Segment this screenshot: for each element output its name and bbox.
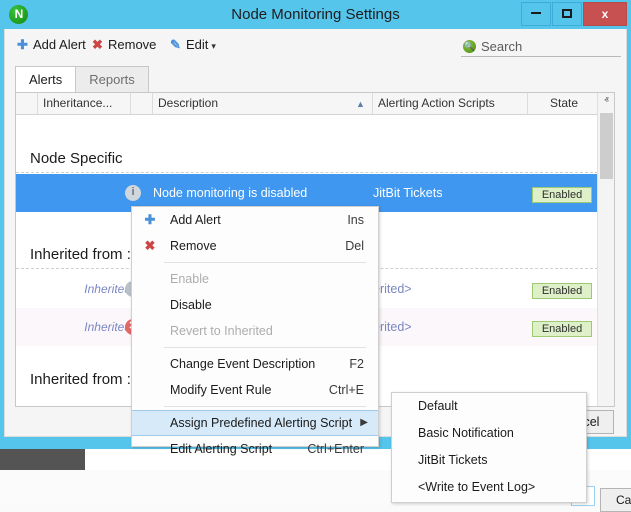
menu-separator <box>164 262 366 263</box>
status-badge: Enabled <box>532 187 592 203</box>
maximize-button[interactable] <box>552 2 582 26</box>
add-alert-label: Add Alert <box>33 37 86 52</box>
menu-item-label: Edit Alerting Script <box>170 436 272 462</box>
column-header-inheritance[interactable]: Inheritance... <box>38 93 131 114</box>
sort-ascending-icon: ▲ <box>356 99 365 109</box>
menu-item-disable[interactable]: Disable <box>132 292 378 318</box>
search-box[interactable]: 🔍 Search <box>461 37 621 57</box>
menu-item-label: Modify Event Rule <box>170 377 271 403</box>
scroll-up-icon[interactable]: ⱏ <box>598 93 615 110</box>
menu-item-accelerator: F2 <box>349 351 364 377</box>
submenu-predefined-alerting-scripts: Default Basic Notification JitBit Ticket… <box>391 392 587 503</box>
x-icon: ✖ <box>90 35 105 55</box>
title-bar[interactable]: N Node Monitoring Settings x <box>0 0 631 29</box>
menu-item-accelerator: Ctrl+Enter <box>307 436 364 462</box>
desktop-background: Canc N Node Monitoring Settings x ✚Add A… <box>0 0 631 503</box>
submenu-item-default[interactable]: Default <box>392 393 586 420</box>
background-cancel-button[interactable]: Canc <box>600 488 631 512</box>
vertical-scrollbar[interactable]: ⱏ ⱟ <box>597 93 614 406</box>
menu-item-enable: Enable <box>132 266 378 292</box>
context-menu: ✚ Add Alert Ins ✖ Remove Del Enable Disa… <box>131 206 379 447</box>
search-icon: 🔍 <box>463 40 476 53</box>
scrollbar-thumb[interactable] <box>600 113 613 179</box>
row-state: Enabled <box>528 319 596 337</box>
tab-reports[interactable]: Reports <box>75 66 149 92</box>
menu-item-label: Assign Predefined Alerting Script <box>170 411 352 435</box>
menu-item-accelerator: Del <box>345 233 364 259</box>
close-button[interactable]: x <box>583 2 627 26</box>
row-inheritance: Inherited <box>38 282 131 296</box>
minimize-icon <box>531 12 541 14</box>
menu-item-change-event-description[interactable]: Change Event Description F2 <box>132 351 378 377</box>
tab-strip: Alerts Reports <box>15 66 148 92</box>
menu-separator <box>164 406 366 407</box>
submenu-item-jitbit-tickets[interactable]: JitBit Tickets <box>392 447 586 474</box>
menu-item-label: Disable <box>170 292 212 318</box>
toolbar: ✚ Add Alert ✖ Remove ✎ Edit ▾ 🔍 Search <box>5 29 626 59</box>
status-badge: Enabled <box>532 283 592 299</box>
submenu-item-basic-notification[interactable]: Basic Notification <box>392 420 586 447</box>
menu-item-remove[interactable]: ✖ Remove Del <box>132 233 378 259</box>
status-badge: Enabled <box>532 321 592 337</box>
menu-item-assign-predefined-alerting-script[interactable]: Assign Predefined Alerting Script ▶ <box>132 410 378 436</box>
menu-separator <box>164 347 366 348</box>
menu-item-modify-event-rule[interactable]: Modify Event Rule Ctrl+E <box>132 377 378 403</box>
scroll-down-icon[interactable]: ⱟ <box>598 389 615 406</box>
row-inheritance: Inherited <box>38 320 131 334</box>
menu-item-accelerator: Ctrl+E <box>329 377 364 403</box>
row-state: Enabled <box>528 281 596 299</box>
row-alerting-script: JitBit Tickets <box>373 186 533 200</box>
row-state: Enabled <box>528 185 596 203</box>
row-description: Node monitoring is disabled <box>153 186 373 200</box>
row-alerting-script: erited> <box>373 282 533 296</box>
row-alerting-script: erited> <box>373 320 533 334</box>
chevron-down-icon: ▾ <box>211 36 216 56</box>
search-input[interactable]: Search <box>481 38 522 56</box>
submenu-item-write-to-event-log[interactable]: <Write to Event Log> <box>392 474 586 501</box>
menu-item-edit-alerting-script[interactable]: Edit Alerting Script Ctrl+Enter <box>132 436 378 462</box>
pencil-icon: ✎ <box>168 35 183 55</box>
menu-item-label: Remove <box>170 233 217 259</box>
add-alert-button[interactable]: ✚ Add Alert <box>15 35 86 55</box>
grid-header-row: Inheritance... Description ▲ Alerting Ac… <box>16 93 614 115</box>
minimize-button[interactable] <box>521 2 551 26</box>
column-header-alerting-action-scripts[interactable]: Alerting Action Scripts <box>373 93 528 114</box>
menu-item-label: Change Event Description <box>170 351 315 377</box>
remove-button[interactable]: ✖ Remove <box>90 35 156 55</box>
menu-item-label: Enable <box>170 266 209 292</box>
column-header-description[interactable]: Description <box>153 93 373 114</box>
remove-label: Remove <box>108 37 156 52</box>
tab-alerts[interactable]: Alerts <box>15 66 76 92</box>
menu-item-add-alert[interactable]: ✚ Add Alert Ins <box>132 207 378 233</box>
edit-label: Edit <box>186 37 208 52</box>
info-icon: i <box>125 185 141 201</box>
menu-item-label: Revert to Inherited <box>170 318 273 344</box>
menu-item-accelerator: Ins <box>347 207 364 233</box>
column-header-state[interactable]: State <box>528 93 600 114</box>
x-icon: ✖ <box>142 233 158 259</box>
plus-icon: ✚ <box>142 207 158 233</box>
menu-item-label: Add Alert <box>170 207 221 233</box>
edit-menu-button[interactable]: ✎ Edit ▾ <box>168 35 216 55</box>
column-header-blank[interactable] <box>16 93 38 114</box>
menu-item-revert-to-inherited: Revert to Inherited <box>132 318 378 344</box>
maximize-icon <box>562 9 572 18</box>
group-header-node-specific: Node Specific <box>16 139 598 173</box>
plus-icon: ✚ <box>15 35 30 55</box>
chevron-right-icon: ▶ <box>360 411 368 435</box>
column-header-gap[interactable] <box>131 93 153 114</box>
